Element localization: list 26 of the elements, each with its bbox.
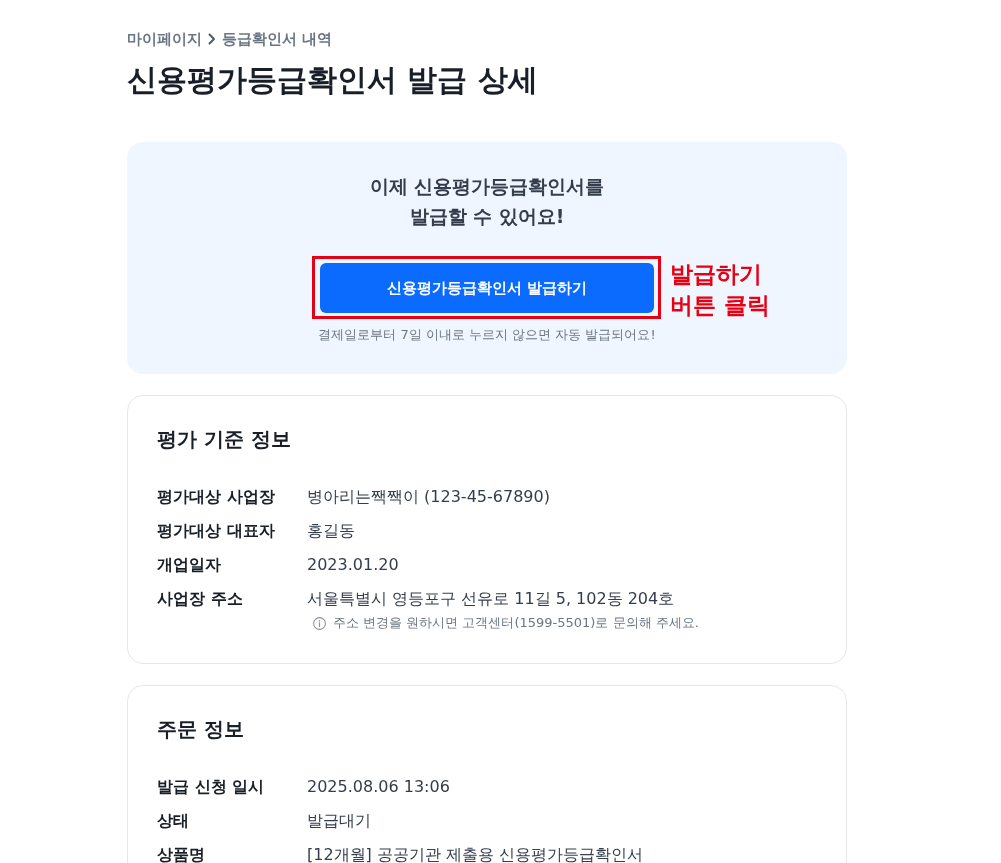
field-label: 평가대상 사업장 <box>157 486 276 508</box>
field-label: 개업일자 <box>157 554 222 576</box>
page-title: 신용평가등급확인서 발급 상세 <box>127 61 539 99</box>
annotation-text: 발급하기 버튼 클릭 <box>670 260 770 320</box>
field-value: 발급대기 <box>307 810 372 832</box>
field-label: 상품명 <box>157 844 206 863</box>
field-label: 발급 신청 일시 <box>157 776 266 798</box>
field-value: [12개월] 공공기관 제출용 신용평가등급확인서 <box>307 844 645 863</box>
breadcrumb-link[interactable]: 마이페이지 <box>127 28 202 50</box>
breadcrumb-link[interactable]: 등급확인서 내역 <box>222 28 333 50</box>
field-value: 서울특별시 영등포구 선유로 11길 5, 102동 204호 <box>307 588 676 610</box>
field-label: 상태 <box>157 810 190 832</box>
field-value: 홍길동 <box>307 520 356 542</box>
field-label: 평가대상 대표자 <box>157 520 276 542</box>
section-title: 평가 기준 정보 <box>157 426 292 453</box>
info-icon <box>313 616 326 630</box>
section-title: 주문 정보 <box>157 716 245 743</box>
banner-headline: 이제 신용평가등급확인서를 발급할 수 있어요! <box>369 174 605 229</box>
field-label: 사업장 주소 <box>157 588 244 610</box>
issue-button[interactable]: 신용평가등급확인서 발급하기 <box>320 263 654 313</box>
field-note: 주소 변경을 원하시면 고객센터(1599-5501)로 문의해 주세요. <box>333 614 699 632</box>
field-value: 2023.01.20 <box>307 554 400 576</box>
chevron-right-icon <box>208 33 216 45</box>
field-value: 2025.08.06 13:06 <box>307 776 451 798</box>
field-value: 병아리는짹짹이 (123-45-67890) <box>307 486 551 508</box>
banner-note: 결제일로부터 7일 이내로 누르지 않으면 자동 발급되어요! <box>318 326 656 344</box>
